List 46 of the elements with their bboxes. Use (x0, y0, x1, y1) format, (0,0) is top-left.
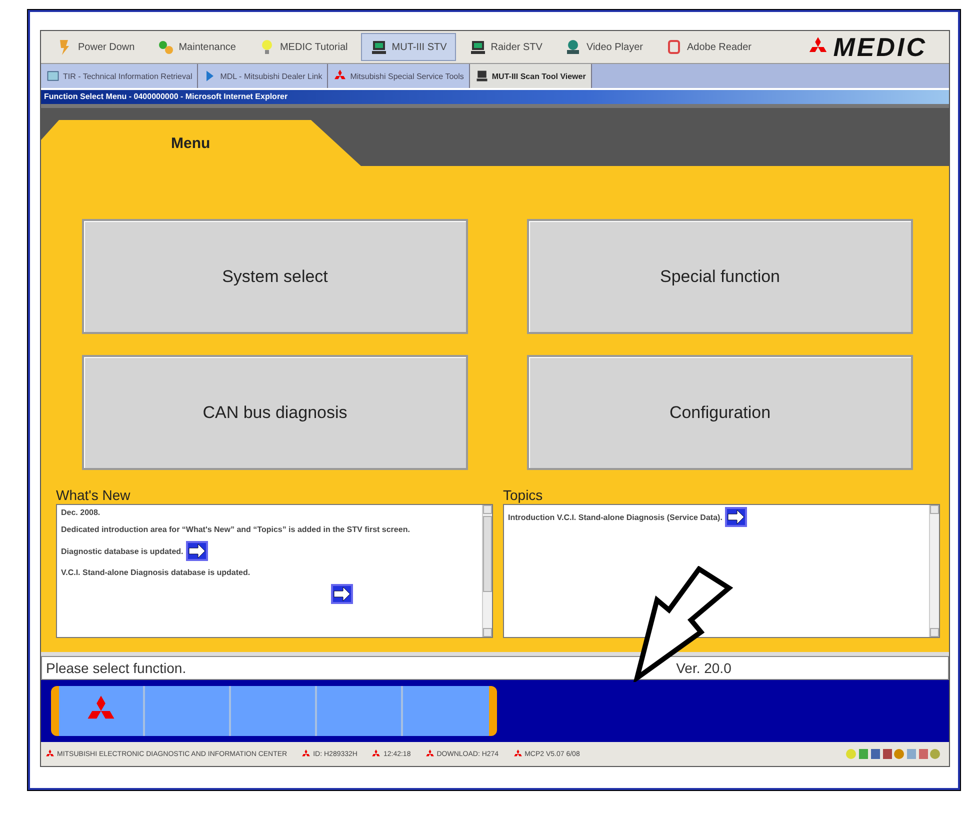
panel-heading: What's New (56, 487, 132, 504)
arrow-right-icon[interactable] (725, 507, 748, 527)
function-slot-button[interactable] (231, 686, 317, 736)
menu-tab[interactable]: Menu (41, 120, 361, 166)
status-message: Please select function. (46, 660, 186, 676)
toolbar-button[interactable]: Adobe Reader (656, 33, 760, 61)
scrollbar[interactable] (482, 505, 492, 637)
scrollbar[interactable] (929, 505, 939, 637)
circles-icon (156, 38, 175, 56)
window-title: Function Select Menu - 0400000000 - Microsoft Internet Explorer (41, 90, 949, 104)
computer-icon (468, 38, 487, 56)
mitsubishi-logo-icon (45, 749, 55, 759)
toolbar-button[interactable]: MUT-III STV (360, 33, 456, 61)
computer-icon (370, 38, 388, 56)
mitsubishi-logo-icon (301, 749, 312, 759)
logo-text: MEDIC (833, 32, 927, 62)
menu-button[interactable]: Special function (527, 219, 913, 334)
toolbar-button[interactable]: MEDIC Tutorial (248, 33, 357, 61)
function-slot-button[interactable] (317, 686, 403, 736)
menu-button[interactable]: System select (82, 219, 468, 334)
toolbar-button[interactable]: Power Down (47, 33, 144, 61)
tab[interactable]: Mitsubishi Special Service Tools (328, 64, 470, 88)
menu-button[interactable]: CAN bus diagnosis (82, 355, 468, 470)
tab[interactable]: MUT-III Scan Tool Viewer (470, 64, 592, 88)
arrow-right-icon[interactable] (331, 584, 353, 604)
panel-heading: Topics (503, 487, 544, 504)
computer-icon (474, 69, 489, 83)
news-text: Dec. 2008. (61, 507, 100, 518)
tab[interactable]: MDL - Mitsubishi Dealer Link (198, 64, 328, 88)
news-text: Introduction V.C.I. Stand-alone Diagnosis (Service Data). (508, 512, 722, 522)
function-slot-button[interactable] (145, 686, 231, 736)
menu-button[interactable]: Configuration (527, 355, 913, 470)
mitsubishi-logo-icon (424, 749, 435, 759)
news-text: Diagnostic database is updated. (61, 546, 184, 556)
function-slot-button[interactable] (59, 686, 145, 736)
news-text: Dedicated introduction area for “What's New” and “Topics” is added in the STV first screen. (61, 524, 410, 535)
mitsubishi-logo-icon (371, 749, 382, 759)
window-icon (46, 69, 60, 83)
toolbar-button[interactable]: Raider STV (460, 33, 552, 61)
news-text: V.C.I. Stand-alone Diagnosis database is updated. (61, 567, 250, 578)
mitsubishi-logo-icon (512, 749, 523, 759)
version-text: Ver. 20.0 (676, 660, 732, 676)
arrow-right-icon[interactable] (186, 541, 208, 561)
tab[interactable]: TIR - Technical Information Retrieval (41, 64, 198, 88)
toolbar-button[interactable]: Maintenance (148, 33, 245, 61)
toolbar-button[interactable]: Video Player (555, 33, 652, 61)
